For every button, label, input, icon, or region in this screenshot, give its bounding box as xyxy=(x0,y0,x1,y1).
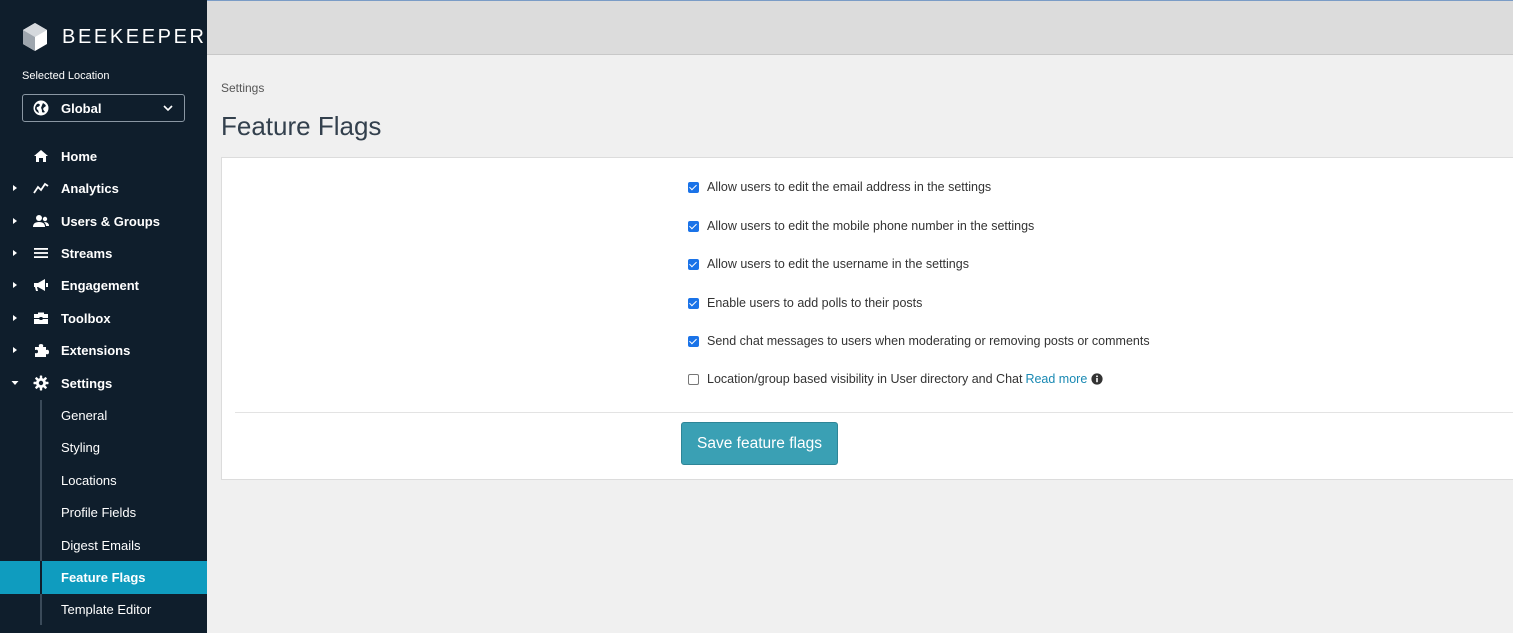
sidebar-item-locations[interactable]: Locations xyxy=(0,464,207,497)
caret-right-icon xyxy=(13,250,17,256)
save-feature-flags-button[interactable]: Save feature flags xyxy=(681,422,838,465)
sub-label: General xyxy=(61,408,108,423)
nav-label: Engagement xyxy=(61,277,140,293)
home-icon xyxy=(34,150,48,162)
sub-label: Styling xyxy=(61,440,101,455)
page-title: Feature Flags xyxy=(221,111,382,141)
nav-label: Analytics xyxy=(61,180,119,196)
toolbox-icon xyxy=(34,312,48,324)
caret-right-icon xyxy=(13,185,17,191)
puzzle-icon xyxy=(35,344,49,357)
megaphone-icon xyxy=(34,279,48,291)
flag-label: Send chat messages to users when moderat… xyxy=(707,334,1150,348)
streams-icon xyxy=(34,248,48,258)
flag-label: Allow users to edit the email address in… xyxy=(707,180,992,194)
nav-label: Extensions xyxy=(61,342,131,358)
nav-label: Users & Groups xyxy=(61,213,160,229)
brand-logo[interactable]: BEEKEEPER xyxy=(22,22,207,52)
sidebar-item-feature-flags[interactable]: Feature Flags xyxy=(0,561,207,594)
beekeeper-logo-icon xyxy=(23,23,47,51)
checkbox[interactable] xyxy=(688,220,699,232)
sidebar-item-template-editor[interactable]: Template Editor xyxy=(0,593,207,626)
sub-label: Template Editor xyxy=(61,602,152,617)
checkbox[interactable] xyxy=(688,181,699,193)
caret-right-icon xyxy=(13,282,17,288)
read-more-link[interactable]: Read more xyxy=(1025,372,1087,386)
flag-edit-username[interactable]: Allow users to edit the username in the … xyxy=(688,256,969,272)
nav-item-engagement[interactable]: Engagement xyxy=(0,269,207,301)
flag-moderation-chat[interactable]: Send chat messages to users when moderat… xyxy=(688,333,1150,349)
breadcrumb[interactable]: Settings xyxy=(221,81,264,95)
nav-label: Streams xyxy=(61,245,113,261)
flag-polls[interactable]: Enable users to add polls to their posts xyxy=(688,295,922,311)
flag-label: Enable users to add polls to their posts xyxy=(707,296,923,310)
checkbox[interactable] xyxy=(688,335,699,347)
nav-item-settings[interactable]: Settings xyxy=(0,367,207,399)
sub-label: Locations xyxy=(61,473,117,488)
nav-label: Settings xyxy=(61,375,113,391)
nav-item-analytics[interactable]: Analytics xyxy=(0,172,207,204)
sub-label: Profile Fields xyxy=(61,505,137,520)
gear-icon xyxy=(33,375,49,391)
checkbox[interactable] xyxy=(688,258,699,270)
top-bar xyxy=(207,0,1513,55)
selected-location-label: Selected Location xyxy=(22,70,110,82)
flag-location-visibility[interactable]: Location/group based visibility in User … xyxy=(688,371,1103,387)
nav-label: Home xyxy=(61,148,98,164)
sidebar: BEEKEEPER Selected Location Global Home … xyxy=(0,0,207,633)
sub-label: Digest Emails xyxy=(61,538,141,553)
location-select[interactable]: Global xyxy=(22,94,185,122)
caret-right-icon xyxy=(13,315,17,321)
sidebar-item-profile-fields[interactable]: Profile Fields xyxy=(0,496,207,529)
caret-right-icon xyxy=(13,218,17,224)
location-value: Global xyxy=(61,100,102,116)
globe-icon xyxy=(33,100,49,116)
nav-label: Toolbox xyxy=(61,310,111,326)
nav-item-extensions[interactable]: Extensions xyxy=(0,334,207,366)
checkbox[interactable] xyxy=(688,297,699,309)
sidebar-item-digest-emails[interactable]: Digest Emails xyxy=(0,529,207,562)
feature-flags-card: Allow users to edit the email address in… xyxy=(221,157,1513,480)
checkbox[interactable] xyxy=(688,373,699,385)
flag-edit-phone[interactable]: Allow users to edit the mobile phone num… xyxy=(688,218,1034,234)
sidebar-item-general[interactable]: General xyxy=(0,399,207,432)
nav-item-streams[interactable]: Streams xyxy=(0,237,207,269)
nav-item-toolbox[interactable]: Toolbox xyxy=(0,302,207,334)
info-icon[interactable] xyxy=(1091,373,1103,385)
analytics-icon xyxy=(33,182,49,194)
flag-label: Allow users to edit the username in the … xyxy=(707,257,969,271)
flag-label: Allow users to edit the mobile phone num… xyxy=(707,219,1035,233)
sidebar-item-styling[interactable]: Styling xyxy=(0,431,207,464)
flag-label: Location/group based visibility in User … xyxy=(707,372,1023,386)
caret-down-icon xyxy=(11,381,19,385)
users-icon xyxy=(33,215,49,227)
caret-right-icon xyxy=(13,347,17,353)
divider xyxy=(235,412,1513,413)
nav-item-home[interactable]: Home xyxy=(0,140,207,172)
sub-label: Feature Flags xyxy=(61,570,146,585)
brand-name: BEEKEEPER xyxy=(62,25,207,48)
chevron-down-icon xyxy=(163,105,173,112)
flag-edit-email[interactable]: Allow users to edit the email address in… xyxy=(688,179,991,195)
nav-item-users-groups[interactable]: Users & Groups xyxy=(0,205,207,237)
